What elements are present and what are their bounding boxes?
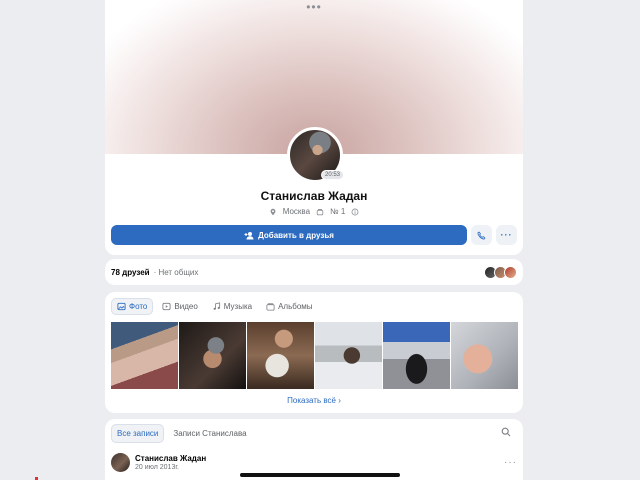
show-all-link[interactable]: Показать всё › <box>105 396 523 405</box>
profile-meta: Москва № 1 <box>105 207 523 216</box>
post-author-name[interactable]: Станислав Жадан <box>135 454 206 463</box>
tab-photo[interactable]: Фото <box>111 298 154 315</box>
post-more-icon[interactable]: ··· <box>504 457 517 468</box>
posts-card: Все записи Записи Станислава Станислав Ж… <box>105 419 523 480</box>
media-tabs: Фото Видео Музыка Альбомы <box>111 298 318 315</box>
tab-photo-label: Фото <box>129 302 148 311</box>
tab-music[interactable]: Музыка <box>207 298 257 315</box>
photo-thumbnail[interactable] <box>111 322 178 389</box>
album-icon <box>266 303 275 311</box>
location-text: Москва <box>282 207 311 216</box>
tab-albums[interactable]: Альбомы <box>261 298 317 315</box>
more-icon: ··· <box>500 230 513 240</box>
school-text: № 1 <box>330 207 346 216</box>
video-icon <box>162 302 171 311</box>
friends-count: 78 друзей <box>111 267 150 277</box>
profile-name: Станислав Жадан <box>260 189 368 203</box>
location-icon <box>270 208 276 215</box>
photo-thumbnail[interactable] <box>383 322 450 389</box>
call-button[interactable] <box>471 225 492 245</box>
photo-thumbnail[interactable] <box>179 322 246 389</box>
add-user-icon <box>244 231 254 239</box>
profile-card: ••• 20:53 Станислав Жадан Москва № 1 Доб… <box>105 0 523 255</box>
more-button[interactable]: ··· <box>496 225 517 245</box>
friends-card[interactable]: 78 друзей · Нет общих <box>105 259 523 285</box>
avatar-badge: 20:53 <box>321 170 345 180</box>
friend-avatar <box>504 265 517 279</box>
add-friend-label: Добавить в друзья <box>258 230 334 240</box>
photo-thumbnail[interactable] <box>315 322 382 389</box>
music-icon <box>213 302 220 310</box>
tab-all-posts[interactable]: Все записи <box>111 424 165 443</box>
tab-video-label: Видео <box>174 302 198 311</box>
tab-video[interactable]: Видео <box>157 298 202 315</box>
tab-albums-label: Альбомы <box>278 302 313 311</box>
add-friend-button[interactable]: Добавить в друзья <box>111 225 467 245</box>
photo-strip <box>111 322 518 389</box>
post-author-avatar[interactable] <box>111 453 130 472</box>
photo-icon <box>117 302 126 311</box>
school-icon <box>316 208 324 215</box>
search-icon[interactable] <box>501 427 511 437</box>
photo-thumbnail[interactable] <box>451 322 518 389</box>
tab-owner-posts[interactable]: Записи Станислава <box>168 425 251 442</box>
info-icon[interactable] <box>351 208 359 216</box>
phone-icon <box>477 231 486 240</box>
media-card: Фото Видео Музыка Альбомы Показать всё › <box>105 292 523 413</box>
post-date: 20 июл 2013г. <box>135 464 179 471</box>
tab-music-label: Музыка <box>223 302 253 311</box>
home-indicator[interactable] <box>240 473 400 477</box>
posts-tabs: Все записи Записи Станислава <box>111 424 252 443</box>
profile-actions: Добавить в друзья ··· <box>111 225 517 245</box>
friends-avatars[interactable] <box>484 265 517 279</box>
mutual-friends: · Нет общих <box>153 267 199 277</box>
more-options-handle[interactable]: ••• <box>306 0 322 14</box>
photo-thumbnail[interactable] <box>247 322 314 389</box>
